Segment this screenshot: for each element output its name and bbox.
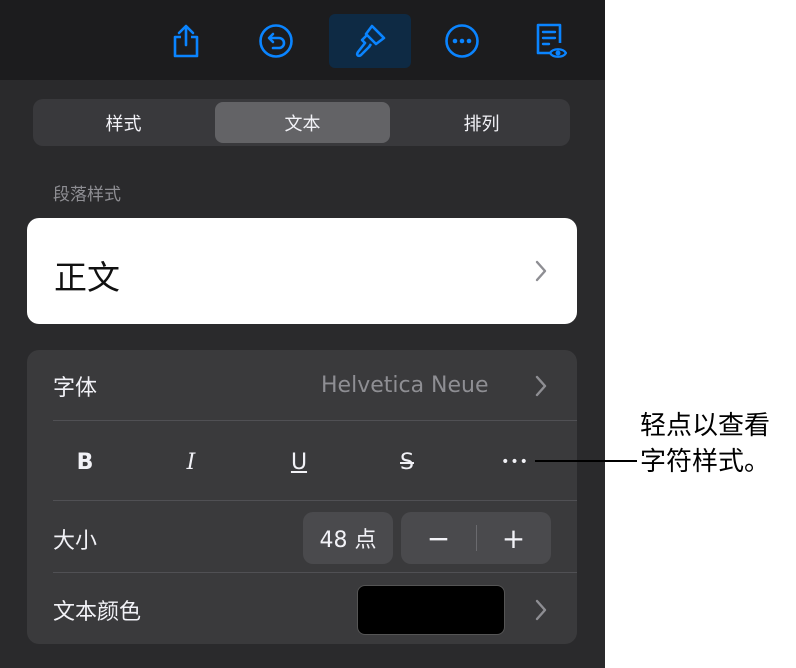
- italic-button[interactable]: I: [171, 442, 211, 482]
- paragraph-style-row[interactable]: 正文: [27, 218, 577, 324]
- text-color-label: 文本颜色: [53, 600, 142, 625]
- text-color-swatch[interactable]: [357, 585, 505, 635]
- decrease-size-button[interactable]: −: [401, 512, 476, 564]
- callout-line-1: 轻点以查看: [640, 411, 771, 441]
- underline-button[interactable]: U: [279, 442, 319, 482]
- chevron-right-icon: [535, 375, 547, 397]
- format-panel: 样式 文本 排列 段落样式 正文 字体 Helvetica Neue B I U…: [0, 0, 605, 668]
- reader-view-icon: [536, 23, 567, 58]
- reader-view-button[interactable]: [522, 14, 578, 68]
- callout-line: [535, 460, 637, 462]
- paintbrush-icon: [355, 24, 386, 58]
- font-size-value[interactable]: 48 点: [303, 512, 393, 564]
- tab-style[interactable]: 样式: [36, 102, 211, 143]
- undo-button[interactable]: [248, 14, 304, 68]
- more-text-options-button[interactable]: •••: [495, 442, 535, 482]
- undo-icon: [259, 24, 293, 58]
- strikethrough-button[interactable]: S: [387, 442, 427, 482]
- font-value[interactable]: Helvetica Neue: [321, 373, 489, 398]
- share-icon: [173, 24, 199, 58]
- callout-text: 轻点以查看 字符样式。: [640, 408, 790, 480]
- font-label: 字体: [53, 376, 98, 401]
- callout-line-2: 字符样式。: [640, 447, 771, 477]
- share-button[interactable]: [158, 14, 214, 68]
- tab-arrange[interactable]: 排列: [394, 102, 569, 143]
- divider: [53, 420, 577, 421]
- increase-size-button[interactable]: +: [476, 512, 551, 564]
- format-button[interactable]: [329, 14, 411, 68]
- paragraph-style-label: 段落样式: [53, 185, 121, 205]
- size-label: 大小: [53, 529, 98, 554]
- tab-control: 样式 文本 排列: [33, 99, 570, 146]
- font-size-stepper: − +: [401, 512, 551, 564]
- more-button[interactable]: [434, 14, 490, 68]
- toolbar: [0, 0, 605, 80]
- chevron-right-icon: [535, 260, 547, 282]
- bold-button[interactable]: B: [65, 442, 105, 482]
- paragraph-style-value: 正文: [54, 258, 120, 297]
- tab-text[interactable]: 文本: [215, 102, 390, 143]
- more-icon: [445, 24, 479, 58]
- chevron-right-icon: [535, 599, 547, 621]
- divider: [53, 572, 577, 573]
- divider: [53, 500, 577, 501]
- text-settings-group: 字体 Helvetica Neue B I U S ••• 大小 48 点 − …: [27, 350, 577, 644]
